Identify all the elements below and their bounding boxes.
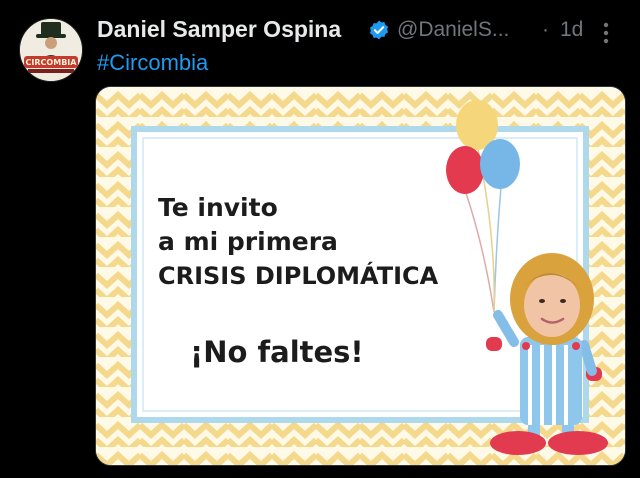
separator-dot: ·	[542, 18, 549, 41]
blue-balloon	[480, 139, 520, 189]
invitation-line-3: CRISIS DIPLOMÁTICA	[158, 262, 439, 290]
invitation-line-1: Te invito	[158, 193, 278, 222]
invitation-closing: ¡No faltes!	[190, 335, 364, 369]
more-options-icon[interactable]	[603, 22, 609, 44]
author-handle[interactable]: @DanielS...	[397, 18, 509, 42]
avatar-illustration: CIRCOMBIA	[20, 19, 82, 81]
tweet-media-image[interactable]: Te invito a mi primera CRISIS DIPLOMÁTIC…	[95, 86, 626, 466]
verified-badge-icon	[370, 20, 388, 40]
timestamp[interactable]: 1d	[560, 18, 583, 42]
invitation-text: Te invito a mi primera CRISIS DIPLOMÁTIC…	[158, 191, 438, 293]
avatar[interactable]: CIRCOMBIA	[19, 18, 83, 82]
avatar-text: CIRCOMBIA	[26, 58, 78, 67]
author-name[interactable]: Daniel Samper Ospina	[97, 16, 341, 43]
hashtag-link[interactable]: #Circombia	[97, 50, 208, 76]
red-balloon	[446, 146, 484, 194]
tweet-header: Daniel Samper Ospina @DanielS... · 1d	[97, 14, 627, 48]
invitation-line-2: a mi primera	[158, 227, 338, 256]
